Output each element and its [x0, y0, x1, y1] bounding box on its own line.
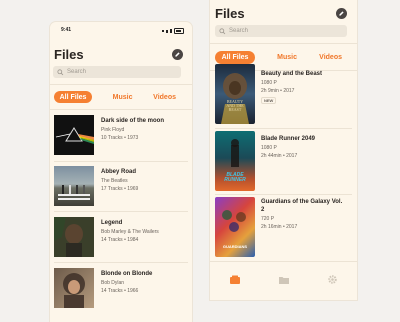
search-input[interactable]: Search [53, 66, 181, 78]
new-badge: NEW [261, 97, 277, 104]
page-title: Files [54, 47, 84, 62]
poster-title: BEAUTY AND THE BEAST [226, 99, 244, 112]
divider [50, 84, 192, 85]
album-title: Abbey Road [101, 169, 137, 175]
edit-button[interactable] [172, 49, 183, 60]
album-title: Legend [101, 220, 123, 226]
album-artist: The Beatles [101, 178, 128, 184]
movie-quality: 1080 P [261, 80, 277, 86]
tab-videos[interactable]: Videos [319, 54, 342, 61]
movie-title: Guardians of the Galaxy Vol. 2 [261, 199, 343, 213]
search-input[interactable]: Search [215, 25, 347, 37]
movie-meta: 2h 44min • 2017 [261, 153, 298, 159]
movie-meta: 2h 16min • 2017 [261, 224, 298, 230]
divider [215, 194, 352, 195]
list-item[interactable]: Legend Bob Marley & The Wailers 14 Track… [54, 217, 159, 257]
gear-icon[interactable] [327, 272, 338, 290]
files-tab-icon[interactable] [229, 272, 241, 290]
prism-album-art [54, 115, 94, 155]
tab-all-files[interactable]: All Files [54, 91, 92, 103]
tab-videos[interactable]: Videos [153, 94, 176, 101]
divider [50, 109, 192, 110]
battery-icon [174, 28, 184, 34]
tab-music[interactable]: Music [113, 94, 133, 101]
poster-title: GUARDIANS [222, 244, 248, 249]
list-item[interactable]: Abbey Road The Beatles 17 Tracks • 1969 [54, 166, 138, 206]
crosswalk-album-art [54, 166, 94, 206]
guardians-of-the-galaxy-poster: GUARDIANS [215, 197, 255, 257]
beauty-and-the-beast-poster: BEAUTY AND THE BEAST [215, 64, 255, 124]
bottom-nav [210, 261, 357, 300]
album-artist: Bob Marley & The Wailers [101, 229, 159, 235]
album-meta: 17 Tracks • 1969 [101, 186, 139, 192]
portrait-album-art [54, 217, 94, 257]
right-screen: Files Search All Files Music Videos BEAU… [210, 0, 357, 300]
album-artist: Bob Dylan [101, 280, 125, 286]
search-placeholder: Search [229, 28, 249, 34]
blurred-portrait-album-art [54, 268, 94, 308]
album-artist: Pink Floyd [101, 127, 125, 133]
list-item[interactable]: Blonde on Blonde Bob Dylan 14 Tracks • 1… [54, 268, 152, 308]
divider [210, 43, 357, 44]
status-time: 9:41 [61, 27, 72, 33]
list-item[interactable]: BLADE RUNNER Blade Runner 2049 1080 P 2h… [215, 131, 315, 191]
edit-button[interactable] [336, 8, 347, 19]
list-item[interactable]: Dark side of the moon Pink Floyd 10 Trac… [54, 115, 164, 155]
search-placeholder: Search [67, 69, 87, 75]
movie-quality: 720 P [261, 216, 275, 222]
divider [215, 128, 352, 129]
divider [54, 211, 188, 212]
search-icon [219, 27, 226, 34]
blade-runner-2049-poster: BLADE RUNNER [215, 131, 255, 191]
movie-quality: 1080 P [261, 145, 277, 151]
left-screen: 9:41 Files Search All Files Music Videos [50, 22, 192, 322]
list-item[interactable]: BEAUTY AND THE BEAST Beauty and the Beas… [215, 64, 322, 124]
pencil-icon [339, 11, 344, 16]
album-meta: 14 Tracks • 1984 [101, 237, 139, 243]
pencil-icon [175, 52, 180, 57]
divider [54, 262, 188, 263]
search-icon [57, 68, 64, 75]
album-title: Blonde on Blonde [101, 271, 153, 277]
poster-title: BLADE RUNNER [224, 172, 246, 183]
folder-icon[interactable] [278, 272, 290, 290]
movie-title: Blade Runner 2049 [261, 136, 316, 142]
album-meta: 14 Tracks • 1966 [101, 288, 139, 294]
list-item[interactable]: GUARDIANS Guardians of the Galaxy Vol. 2… [215, 197, 345, 257]
movie-meta: 2h 9min • 2017 [261, 88, 295, 94]
page-title: Files [215, 6, 245, 21]
tab-music[interactable]: Music [277, 54, 297, 61]
album-title: Dark side of the moon [101, 118, 165, 124]
filter-tabs: All Files Music Videos [54, 91, 182, 103]
filter-tabs: All Files Music Videos [215, 51, 347, 64]
status-icons [162, 28, 184, 34]
tab-all-files[interactable]: All Files [215, 51, 255, 64]
movie-title: Beauty and the Beast [261, 71, 323, 77]
divider [54, 161, 188, 162]
album-meta: 10 Tracks • 1973 [101, 135, 139, 141]
